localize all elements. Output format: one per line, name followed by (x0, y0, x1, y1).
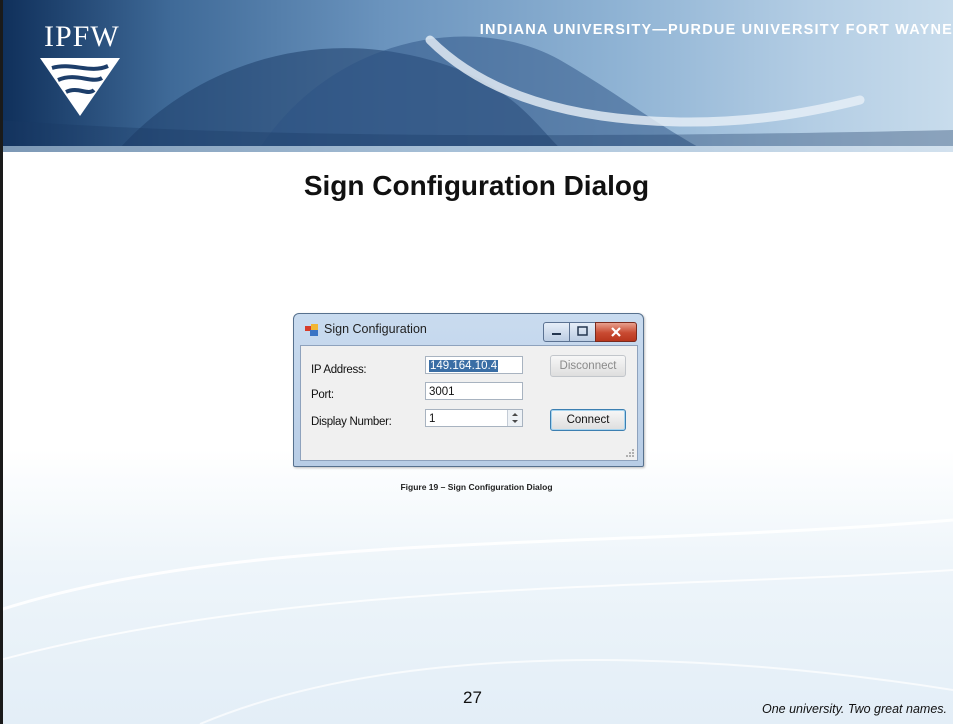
tagline: One university. Two great names. (761, 702, 947, 716)
slide: IPFW INDIANA UNIVERSITY—PURDUE UNIVERSIT… (0, 0, 953, 724)
header-banner: IPFW INDIANA UNIVERSITY—PURDUE UNIVERSIT… (0, 0, 953, 148)
ip-address-input[interactable]: 149.164.10.4 (425, 356, 523, 374)
maximize-button[interactable] (569, 322, 597, 342)
slide-left-border (0, 0, 3, 724)
spin-buttons[interactable] (507, 410, 522, 426)
ip-address-label: IP Address: (311, 364, 367, 376)
app-icon (305, 324, 318, 336)
minimize-button[interactable] (543, 322, 571, 342)
display-number-label: Display Number: (311, 416, 392, 428)
display-number-stepper[interactable]: 1 (425, 409, 523, 427)
ipfw-logo-icon (40, 58, 120, 116)
maximize-icon (577, 326, 588, 336)
university-name: INDIANA UNIVERSITY—PURDUE UNIVERSITY FOR… (479, 22, 953, 38)
window-client-area: IP Address: 149.164.10.4 Port: 3001 Disp… (300, 345, 638, 461)
spin-arrows-icon (512, 413, 518, 423)
port-label: Port: (311, 389, 334, 401)
minimize-icon (552, 333, 561, 335)
window-controls (543, 322, 639, 342)
resize-grip-icon[interactable] (626, 449, 635, 458)
display-number-value: 1 (429, 413, 436, 425)
banner-divider (0, 146, 953, 152)
port-input[interactable]: 3001 (425, 382, 523, 400)
ip-address-value: 149.164.10.4 (429, 360, 499, 372)
sign-configuration-window: Sign Configuration IP Address: 149.164.1… (293, 313, 644, 467)
connect-button[interactable]: Connect (550, 409, 626, 431)
disconnect-button[interactable]: Disconnect (550, 355, 626, 377)
close-icon (611, 327, 621, 337)
ipfw-logo-text: IPFW (44, 20, 120, 53)
figure-caption: Figure 19 – Sign Configuration Dialog (400, 482, 553, 492)
page-number: 27 (463, 688, 482, 707)
close-button[interactable] (595, 322, 637, 342)
slide-title: Sign Configuration Dialog (303, 170, 650, 201)
window-titlebar[interactable]: Sign Configuration (294, 314, 643, 344)
window-title: Sign Configuration (324, 322, 427, 336)
